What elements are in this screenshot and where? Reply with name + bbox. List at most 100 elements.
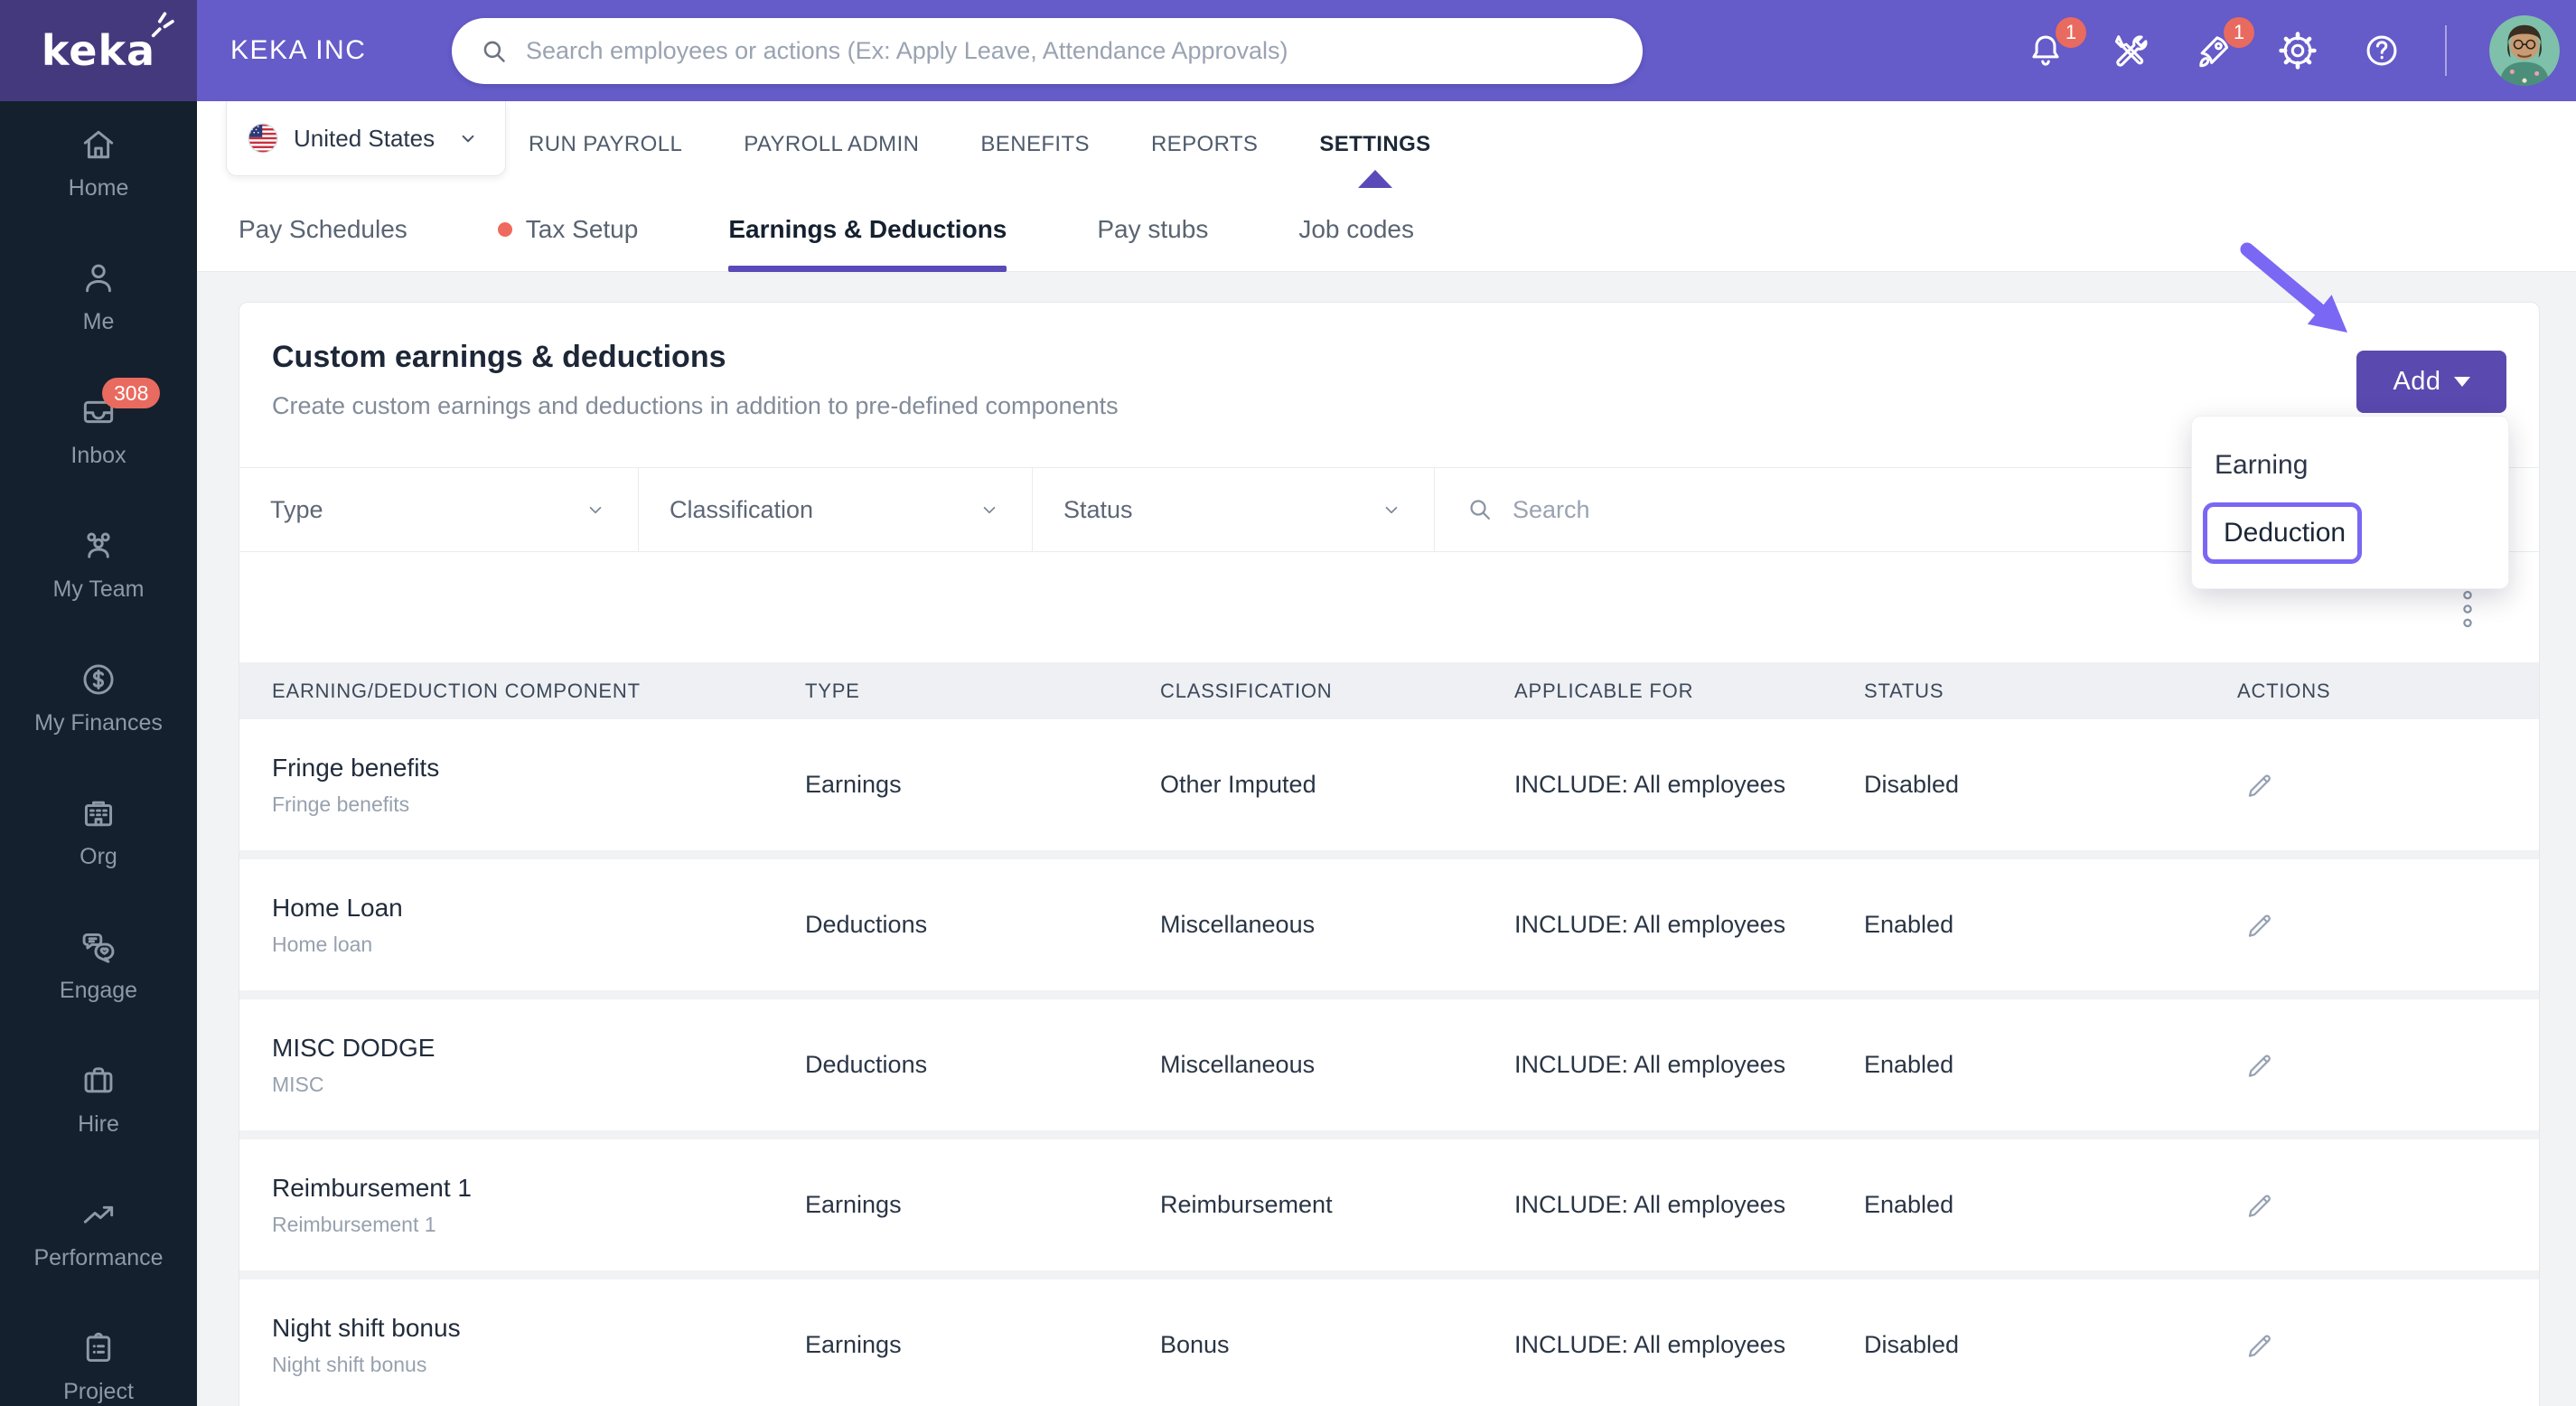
hire-icon <box>79 1061 118 1101</box>
sidebar-item-my-team[interactable]: My Team <box>0 526 197 660</box>
table-row: Night shift bonus Night shift bonus Earnin… <box>239 1279 2539 1406</box>
notifications-button[interactable]: 1 <box>2025 17 2086 71</box>
top-bar: keka KEKA INC 1 <box>0 0 2576 101</box>
sub-tab-earnings-deductions[interactable]: Earnings & Deductions <box>728 188 1007 272</box>
module-tab-settings[interactable]: SETTINGS <box>1319 101 1430 188</box>
module-tab-label: BENEFITS <box>980 132 1090 156</box>
whats-new-button[interactable]: 1 <box>2193 17 2254 71</box>
component-code: Fringe benefits <box>272 792 410 816</box>
edit-button[interactable] <box>2243 768 2277 802</box>
column-header-actions: ACTIONS <box>2237 679 2331 702</box>
sidebar-item-label: Project <box>63 1379 134 1404</box>
sub-tab-job-codes[interactable]: Job codes <box>1298 188 1414 272</box>
column-header-applicable-for: APPLICABLE FOR <box>1514 679 1694 702</box>
row-separator <box>239 1270 2539 1279</box>
module-tab-benefits[interactable]: BENEFITS <box>980 101 1090 188</box>
user-avatar[interactable] <box>2489 15 2560 86</box>
table-row: Fringe benefits Fringe benefits Earnings Ot… <box>239 719 2539 850</box>
pencil-icon <box>2248 774 2271 797</box>
type-cell: Deductions <box>805 1051 928 1078</box>
sidebar-item-label: Org <box>80 844 117 869</box>
settings-button[interactable] <box>2277 30 2318 71</box>
module-tab-run-payroll[interactable]: RUN PAYROLL <box>529 101 682 188</box>
type-cell: Earnings <box>805 1191 902 1218</box>
status-cell: Enabled <box>1864 911 1954 938</box>
component-code: Night shift bonus <box>272 1352 427 1376</box>
column-header-status: STATUS <box>1864 679 1944 702</box>
type-cell: Earnings <box>805 1331 902 1358</box>
edit-button[interactable] <box>2243 1048 2277 1083</box>
sidebar-item-home[interactable]: Home <box>0 125 197 258</box>
edit-button[interactable] <box>2243 1328 2277 1363</box>
component-code: MISC <box>272 1072 324 1096</box>
country-selector[interactable]: United States <box>226 101 506 176</box>
sub-tab-tax-setup[interactable]: Tax Setup <box>497 188 638 272</box>
edit-button[interactable] <box>2243 908 2277 942</box>
sidebar: Home Me 308 Inbox My Team My Finances Org Engag… <box>0 101 197 1406</box>
component-cell: MISC DODGE MISC <box>272 1034 805 1097</box>
sidebar-item-label: Hire <box>78 1111 119 1137</box>
sidebar-item-inbox[interactable]: 308 Inbox <box>0 378 197 526</box>
sub-tabs: Pay Schedules Tax Setup Earnings & Deducti… <box>197 188 2576 272</box>
performance-icon <box>79 1195 118 1234</box>
keka-logo-text: keka <box>41 26 156 75</box>
sidebar-item-org[interactable]: Org <box>0 793 197 927</box>
help-button[interactable] <box>2361 30 2403 71</box>
sub-tab-pay-stubs[interactable]: Pay stubs <box>1097 188 1208 272</box>
column-options-button[interactable] <box>2459 590 2477 628</box>
global-search-input[interactable] <box>526 37 1616 65</box>
us-flag-icon <box>248 123 278 154</box>
sidebar-item-my-finances[interactable]: My Finances <box>0 660 197 793</box>
gear-icon <box>2279 32 2317 70</box>
type-filter[interactable]: Type <box>239 468 639 551</box>
sidebar-item-performance[interactable]: Performance <box>0 1195 197 1328</box>
edit-button[interactable] <box>2243 1188 2277 1223</box>
sub-tab-pay-schedules[interactable]: Pay Schedules <box>239 188 407 272</box>
component-cell: Home Loan Home loan <box>272 894 805 957</box>
main-content: United States RUN PAYROLL PAYROLL ADMIN BE… <box>197 101 2576 1406</box>
status-filter[interactable]: Status <box>1033 468 1435 551</box>
row-separator <box>239 990 2539 999</box>
search-icon <box>483 41 505 62</box>
component-cell: Fringe benefits Fringe benefits <box>272 754 805 817</box>
header-divider <box>2445 25 2447 76</box>
global-search[interactable] <box>452 18 1643 84</box>
top-icons: 1 1 <box>2025 0 2560 101</box>
classification-cell: Reimbursement <box>1160 1191 1333 1218</box>
add-button[interactable]: Add <box>2356 351 2506 413</box>
app-window: { "colors": { "topbar_bg": "#655bc9", "l… <box>0 0 2576 1406</box>
actions-cell <box>2237 1048 2539 1083</box>
tools-button[interactable] <box>2109 30 2150 71</box>
help-icon <box>2366 35 2397 66</box>
applicable-for-cell: INCLUDE: All employees <box>1514 1331 1786 1358</box>
column-header-type: TYPE <box>805 679 860 702</box>
module-tab-reports[interactable]: REPORTS <box>1151 101 1258 188</box>
applicable-for-cell: INCLUDE: All employees <box>1514 1191 1786 1218</box>
whats-new-badge: 1 <box>2224 17 2254 48</box>
module-tab-label: PAYROLL ADMIN <box>744 132 920 156</box>
module-tab-payroll-admin[interactable]: PAYROLL ADMIN <box>744 101 919 188</box>
applicable-for-cell: INCLUDE: All employees <box>1514 911 1786 938</box>
sidebar-item-engage[interactable]: Engage <box>0 927 197 1061</box>
component-name: Home Loan <box>272 893 403 922</box>
classification-filter[interactable]: Classification <box>639 468 1033 551</box>
applicable-for-cell: INCLUDE: All employees <box>1514 771 1786 798</box>
sidebar-item-label: Home <box>68 175 129 201</box>
menu-item-earning[interactable]: Earning <box>2192 440 2508 491</box>
module-tab-label: RUN PAYROLL <box>529 132 683 156</box>
sidebar-item-hire[interactable]: Hire <box>0 1061 197 1195</box>
chevron-down-icon <box>1385 506 1398 514</box>
actions-cell <box>2237 1188 2539 1223</box>
table-row: Home Loan Home loan Deductions Miscellaneou… <box>239 859 2539 990</box>
component-cell: Night shift bonus Night shift bonus <box>272 1314 805 1377</box>
sidebar-item-project[interactable]: Project <box>0 1328 197 1406</box>
classification-filter-label: Classification <box>670 495 814 523</box>
menu-item-deduction[interactable]: Deduction <box>2203 502 2362 564</box>
sidebar-item-me[interactable]: Me <box>0 258 197 392</box>
tools-icon <box>2114 35 2148 67</box>
table-body: Fringe benefits Fringe benefits Earnings Ot… <box>239 719 2539 1406</box>
sidebar-item-label: Performance <box>33 1245 164 1270</box>
engage-icon <box>79 927 118 967</box>
pencil-icon <box>2248 1195 2271 1217</box>
keka-logo[interactable]: keka <box>0 0 197 101</box>
